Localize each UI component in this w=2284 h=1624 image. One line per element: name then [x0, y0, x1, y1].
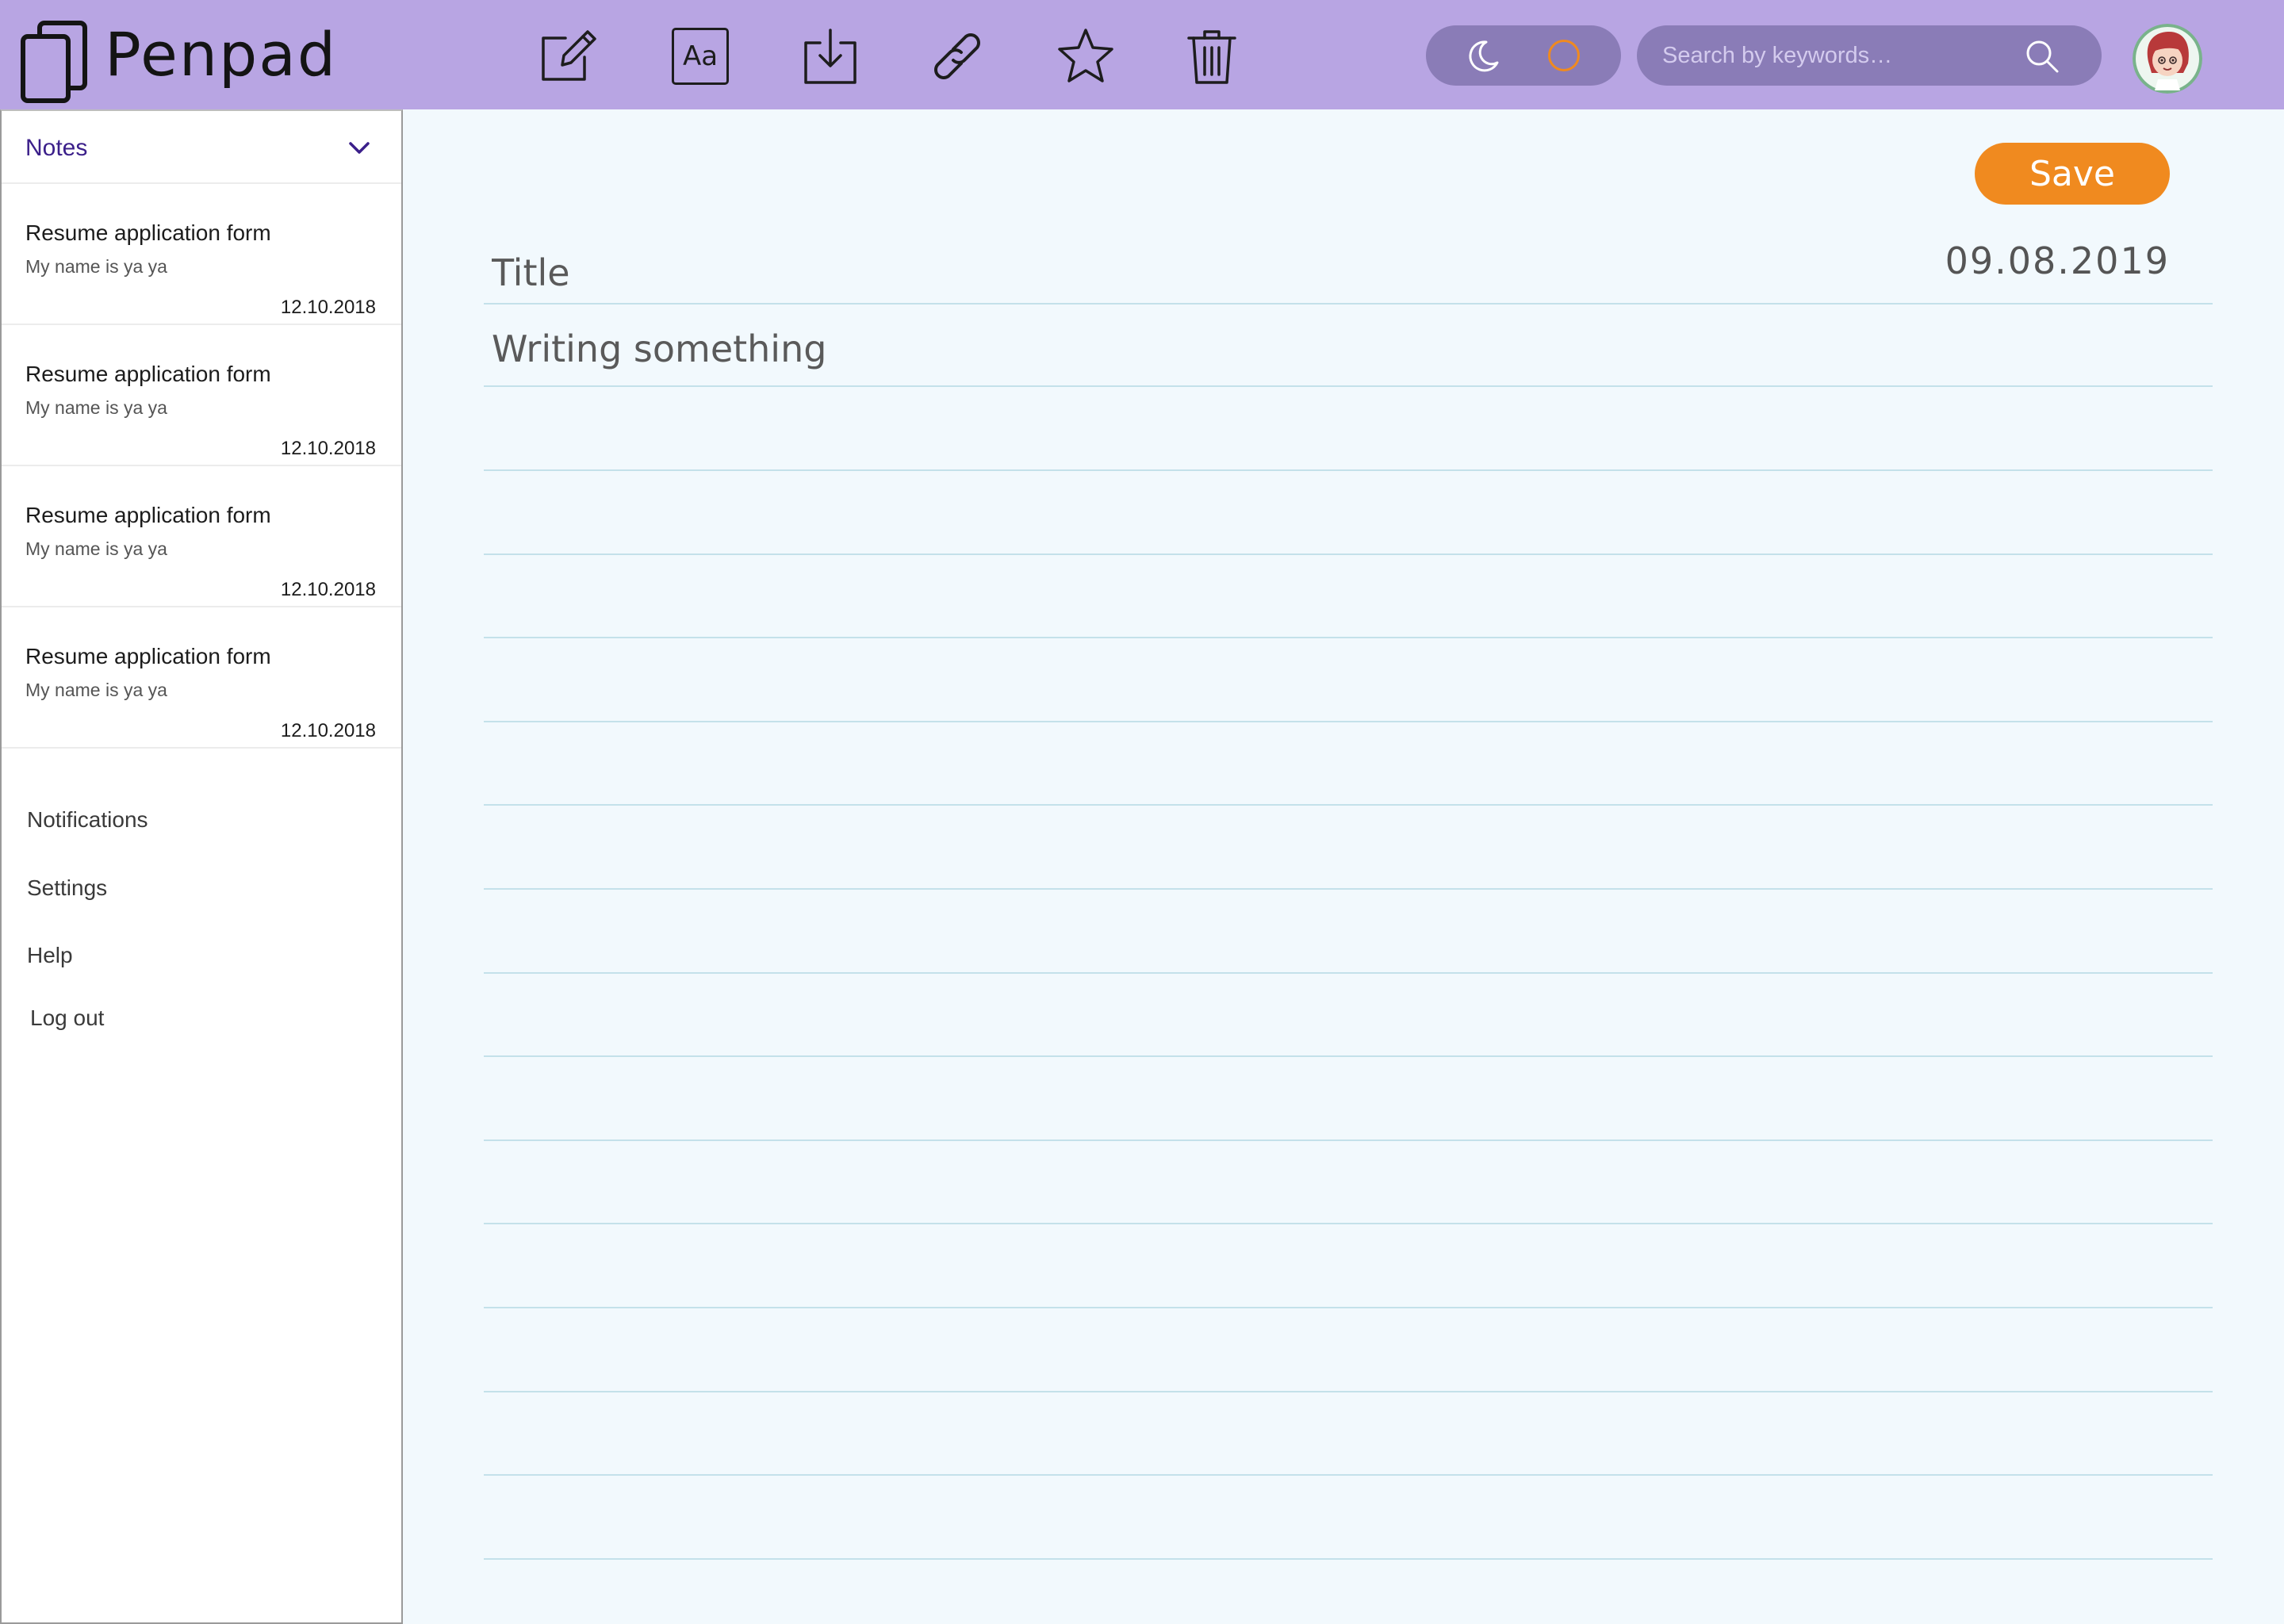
note-preview: My name is ya ya [25, 256, 167, 277]
font-icon: Aa [672, 28, 729, 85]
note-preview: My name is ya ya [25, 680, 167, 700]
top-bar: Penpad Aa [0, 0, 2284, 109]
avatar[interactable] [2133, 24, 2202, 94]
note-date: 12.10.2018 [280, 438, 376, 459]
ruled-line [484, 303, 2213, 304]
ruled-line [484, 637, 2213, 638]
logo-icon [21, 21, 87, 103]
notes-section-header[interactable]: Notes [2, 111, 401, 184]
ruled-line [484, 1307, 2213, 1308]
ruled-line [484, 1391, 2213, 1392]
ruled-line [484, 1139, 2213, 1141]
ruled-line [484, 1055, 2213, 1057]
link-button[interactable] [923, 22, 991, 90]
note-card[interactable]: Resume application form My name is ya ya… [2, 466, 401, 607]
note-title: Resume application form [25, 220, 271, 245]
note-card[interactable]: Resume application form My name is ya ya… [2, 184, 401, 325]
nav-settings[interactable]: Settings [27, 875, 107, 901]
note-card[interactable]: Resume application form My name is ya ya… [2, 325, 401, 466]
nav-help[interactable]: Help [27, 943, 73, 968]
ruled-line [484, 553, 2213, 555]
search-icon[interactable] [2024, 38, 2060, 75]
note-date-display: 09.08.2019 [1945, 239, 2170, 282]
app-name: Penpad [105, 19, 338, 90]
moon-icon[interactable] [1466, 39, 1500, 74]
download-button[interactable] [796, 22, 864, 90]
star-icon [1058, 29, 1113, 82]
search-bar [1637, 25, 2102, 86]
ruled-line [484, 1223, 2213, 1224]
ruled-line [484, 888, 2213, 890]
note-title: Resume application form [25, 362, 271, 386]
note-date: 12.10.2018 [280, 720, 376, 741]
trash-icon [1187, 30, 1236, 84]
ruled-line [484, 972, 2213, 974]
nav-notifications[interactable]: Notifications [27, 807, 148, 833]
note-preview: My name is ya ya [25, 538, 167, 559]
sidebar: Notes Resume application form My name is… [0, 109, 403, 1624]
ruled-line [484, 1474, 2213, 1476]
theme-toggle[interactable] [1426, 25, 1621, 86]
ruled-line [484, 1558, 2213, 1560]
note-card[interactable]: Resume application form My name is ya ya… [2, 607, 401, 749]
ruled-line [484, 804, 2213, 806]
link-icon [934, 33, 980, 79]
chevron-down-icon[interactable] [346, 135, 373, 162]
note-date: 12.10.2018 [280, 579, 376, 600]
ruled-line [484, 469, 2213, 471]
note-title: Resume application form [25, 503, 271, 527]
ruled-line [484, 721, 2213, 722]
note-title: Resume application form [25, 644, 271, 668]
ruled-line [484, 385, 2213, 387]
note-title-input[interactable] [492, 247, 1681, 298]
search-input[interactable] [1662, 35, 2027, 76]
edit-icon [542, 30, 596, 81]
sun-icon[interactable] [1548, 40, 1580, 71]
note-body-input[interactable] [492, 320, 2205, 377]
download-icon [804, 29, 856, 84]
save-button[interactable]: Save [1975, 143, 2170, 205]
notes-section-label: Notes [25, 135, 88, 161]
font-button[interactable]: Aa [666, 22, 734, 90]
nav-log-out[interactable]: Log out [30, 1005, 104, 1031]
note-date: 12.10.2018 [280, 297, 376, 318]
delete-button[interactable] [1178, 22, 1246, 90]
favorite-button[interactable] [1052, 22, 1120, 90]
note-preview: My name is ya ya [25, 397, 167, 418]
edit-button[interactable] [535, 22, 604, 90]
